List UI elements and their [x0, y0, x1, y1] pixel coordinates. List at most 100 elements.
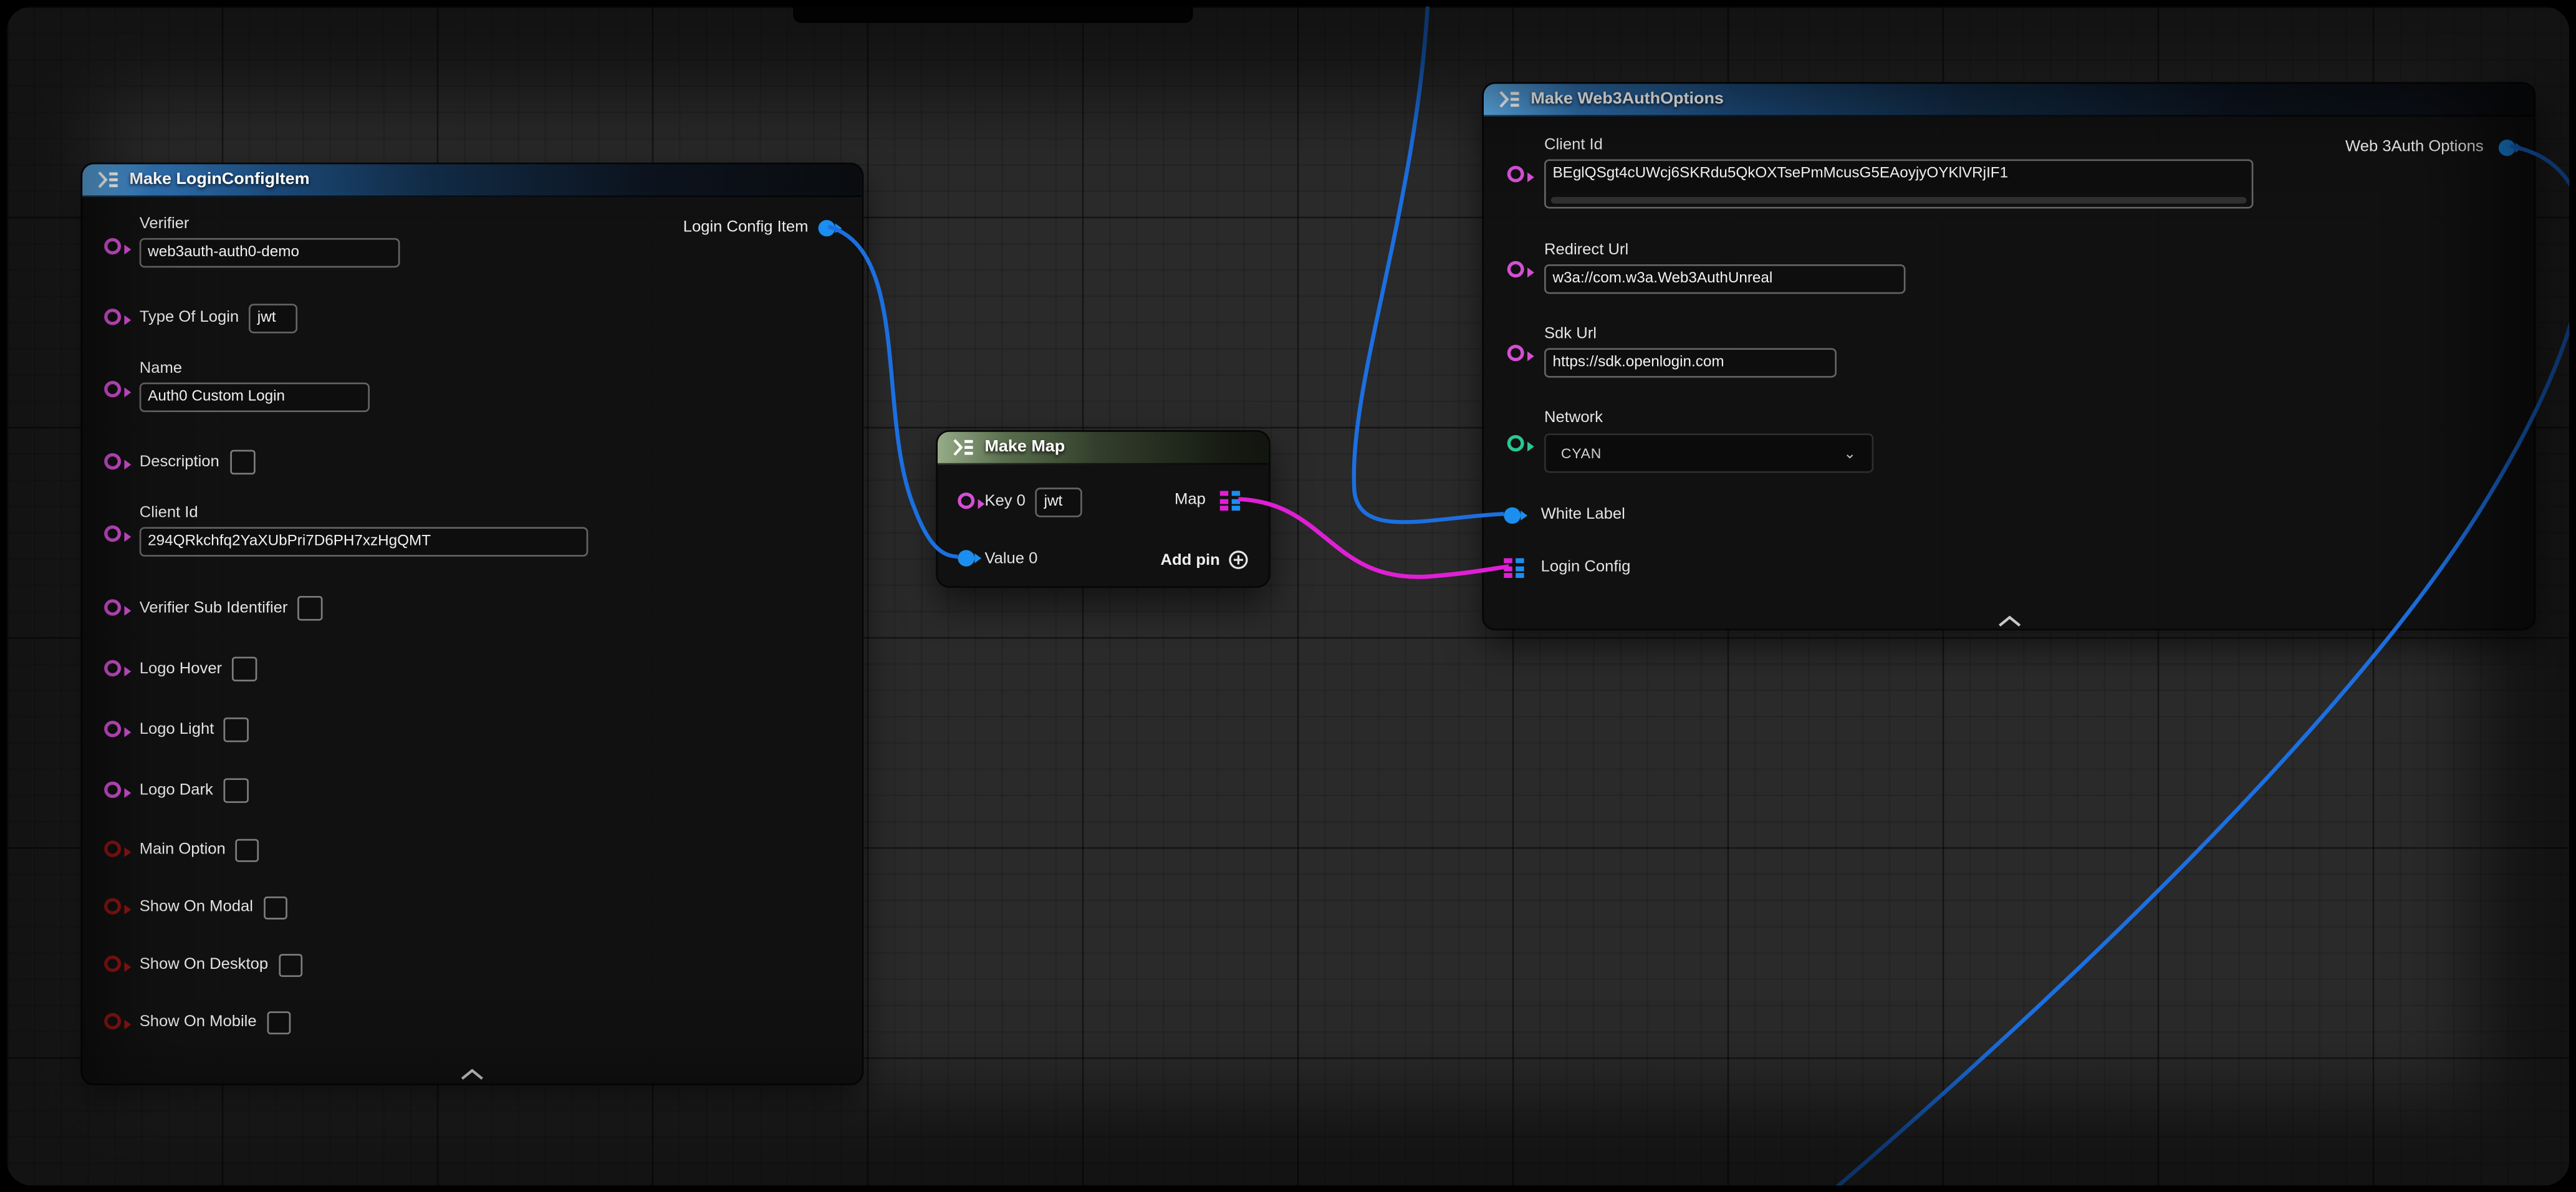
- client-id-input[interactable]: BEglQSgt4cUWcj6SKRdu5QkOXTsePmMcusG5EAoy…: [1544, 159, 2253, 208]
- pin-label: Verifier: [140, 215, 400, 233]
- field-group-client-id: Client Id BEglQSgt4cUWcj6SKRdu5QkOXTsePm…: [1544, 137, 2253, 217]
- pin-label: Description: [140, 453, 219, 471]
- row-show-on-desktop: Show On Desktop: [140, 952, 302, 977]
- pin-type-of-login[interactable]: [104, 309, 121, 325]
- client-id-input[interactable]: 294QRkchfq2YaXUbPri7D6PH7xzHgQMT: [140, 527, 589, 556]
- row-logo-dark: Logo Dark: [140, 778, 249, 803]
- add-pin-label: Add pin: [1160, 551, 1219, 569]
- node-header[interactable]: Make Web3AuthOptions: [1484, 84, 2534, 117]
- pin-label: Network: [1544, 409, 1603, 427]
- pin-label: Verifier Sub Identifier: [140, 599, 288, 617]
- pin-label: Sdk Url: [1544, 325, 1837, 343]
- pin-white-label[interactable]: [1504, 507, 1521, 524]
- node-title: Make Web3AuthOptions: [1531, 90, 1723, 108]
- pin-network[interactable]: [1507, 435, 1524, 451]
- chevron-up-icon: [1997, 616, 2021, 627]
- wire-map-to-login-config[interactable]: [1238, 499, 1509, 577]
- node-title: Make LoginConfigItem: [130, 171, 310, 189]
- pin-label: White Label: [1541, 506, 1625, 524]
- pin-label: Show On Mobile: [140, 1013, 257, 1031]
- make-map-icon: [953, 438, 974, 456]
- pin-label: Logo Dark: [140, 782, 213, 800]
- pin-logo-hover[interactable]: [104, 660, 121, 676]
- main-option-checkbox[interactable]: [236, 838, 259, 861]
- wire-offscreen-to-white-label[interactable]: [1354, 7, 1504, 522]
- node-make-map[interactable]: Make Map Key 0 jwt Map Value 0 Add pin: [936, 430, 1270, 588]
- pin-label: Type Of Login: [140, 309, 239, 327]
- pin-label: Logo Hover: [140, 660, 222, 678]
- row-verifier-sub-identifier: Verifier Sub Identifier: [140, 596, 323, 621]
- pin-value-0[interactable]: [958, 550, 974, 566]
- pin-main-option[interactable]: [104, 840, 121, 857]
- pin-verifier[interactable]: [104, 238, 121, 254]
- collapse-chevron[interactable]: [1997, 606, 2021, 635]
- node-make-loginconfigitem[interactable]: Make LoginConfigItem Login Config Item V…: [80, 163, 863, 1085]
- pin-name[interactable]: [104, 381, 121, 397]
- pin-key-0[interactable]: [958, 493, 974, 509]
- description-input[interactable]: [229, 450, 254, 475]
- row-key-0: Key 0 jwt: [984, 489, 1082, 514]
- pin-description[interactable]: [104, 453, 121, 469]
- logo-hover-input[interactable]: [232, 656, 257, 681]
- pin-label: Value 0: [984, 550, 1037, 568]
- key-0-input[interactable]: jwt: [1036, 487, 1082, 516]
- pin-logo-light[interactable]: [104, 721, 121, 737]
- pin-login-config[interactable]: [1504, 558, 1527, 579]
- row-show-on-modal: Show On Modal: [140, 895, 287, 920]
- collapse-chevron[interactable]: [461, 1059, 484, 1089]
- field-group-name: Name Auth0 Custom Login: [140, 360, 370, 420]
- node-header[interactable]: Make LoginConfigItem: [82, 164, 862, 197]
- pin-label: Logo Light: [140, 721, 214, 739]
- pin-redirect-url[interactable]: [1507, 261, 1524, 277]
- pin-map-output[interactable]: [1220, 491, 1244, 512]
- node-make-web3authoptions[interactable]: Make Web3AuthOptions Web 3Auth Options C…: [1482, 82, 2535, 631]
- logo-light-input[interactable]: [224, 718, 249, 743]
- logo-dark-input[interactable]: [223, 778, 248, 803]
- pin-show-on-modal[interactable]: [104, 898, 121, 915]
- field-group-verifier: Verifier web3auth-auth0-demo: [140, 215, 400, 276]
- field-group-sdk-url: Sdk Url https://sdk.openlogin.com: [1544, 325, 1837, 385]
- node-header[interactable]: Make Map: [938, 432, 1269, 465]
- pin-label: Client Id: [140, 504, 589, 522]
- show-on-modal-checkbox[interactable]: [263, 896, 287, 919]
- pin-show-on-desktop[interactable]: [104, 956, 121, 972]
- make-struct-icon: [97, 171, 119, 189]
- pin-label: Client Id: [1544, 137, 2253, 155]
- type-of-login-input[interactable]: jwt: [249, 303, 297, 332]
- name-input[interactable]: Auth0 Custom Login: [140, 383, 370, 412]
- add-pin-button[interactable]: Add pin: [1160, 550, 1248, 570]
- row-show-on-mobile: Show On Mobile: [140, 1010, 291, 1035]
- pin-label: Show On Modal: [140, 898, 253, 916]
- output-pin-label: Web 3Auth Options: [2345, 138, 2484, 156]
- sdk-url-input[interactable]: https://sdk.openlogin.com: [1544, 348, 1837, 377]
- field-group-client-id: Client Id 294QRkchfq2YaXUbPri7D6PH7xzHgQ…: [140, 504, 589, 565]
- plus-circle-icon: [1228, 550, 1248, 570]
- network-dropdown[interactable]: CYAN ⌄: [1544, 433, 1873, 473]
- chevron-down-icon: ⌄: [1843, 444, 1857, 462]
- field-scrollbar[interactable]: [1551, 197, 2247, 204]
- row-description: Description: [140, 450, 255, 475]
- row-logo-hover: Logo Hover: [140, 656, 257, 681]
- verifier-sub-identifier-input[interactable]: [298, 596, 323, 621]
- pin-verifier-sub-identifier[interactable]: [104, 599, 121, 615]
- row-value-0: Value 0: [984, 547, 1037, 572]
- pin-sdk-url[interactable]: [1507, 345, 1524, 361]
- pin-client-id[interactable]: [1507, 166, 1524, 182]
- show-on-desktop-checkbox[interactable]: [278, 953, 302, 976]
- output-pin-label: Login Config Item: [683, 218, 809, 236]
- show-on-mobile-checkbox[interactable]: [267, 1011, 291, 1034]
- row-main-option: Main Option: [140, 837, 259, 862]
- field-group-redirect-url: Redirect Url w3a://com.w3a.Web3AuthUnrea…: [1544, 241, 1905, 302]
- verifier-input[interactable]: web3auth-auth0-demo: [140, 238, 400, 267]
- pin-logo-dark[interactable]: [104, 782, 121, 798]
- pin-label: Name: [140, 360, 370, 378]
- pin-client-id[interactable]: [104, 526, 121, 542]
- node-title: Make Map: [984, 438, 1065, 456]
- pin-label: Key 0: [984, 493, 1025, 511]
- redirect-url-input[interactable]: w3a://com.w3a.Web3AuthUnreal: [1544, 264, 1905, 294]
- row-logo-light: Logo Light: [140, 718, 249, 743]
- client-id-text: BEglQSgt4cUWcj6SKRdu5QkOXTsePmMcusG5EAoy…: [1552, 164, 2008, 180]
- graph-canvas[interactable]: Make LoginConfigItem Login Config Item V…: [7, 7, 2569, 1186]
- network-selected-value: CYAN: [1561, 445, 1602, 461]
- pin-show-on-mobile[interactable]: [104, 1013, 121, 1029]
